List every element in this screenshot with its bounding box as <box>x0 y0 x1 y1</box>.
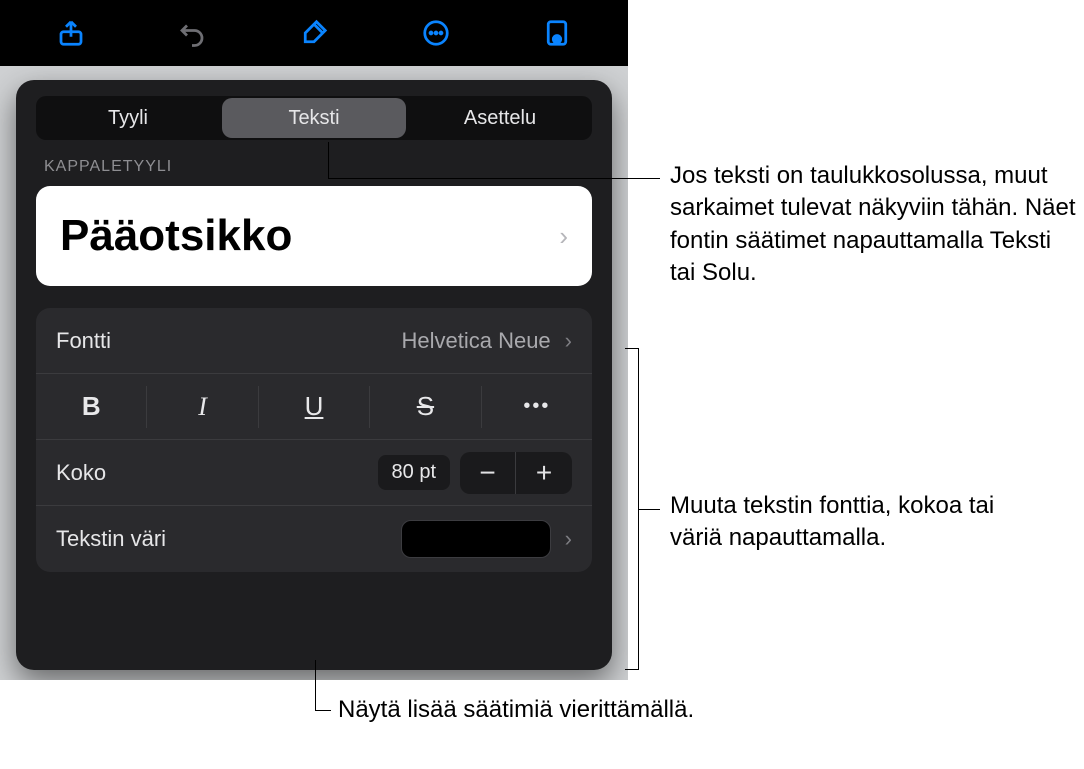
callout-leader <box>315 710 331 711</box>
chevron-right-icon: › <box>565 526 572 552</box>
callout-leader <box>315 660 316 710</box>
more-format-button[interactable]: ••• <box>482 386 592 428</box>
underline-button[interactable]: U <box>259 386 370 428</box>
font-row[interactable]: Fontti Helvetica Neue › <box>36 308 592 374</box>
text-color-row[interactable]: Tekstin väri › <box>36 506 592 572</box>
callout-leader <box>328 178 660 179</box>
paragraph-style-label: KAPPALETYYLI <box>44 158 584 176</box>
paragraph-style-picker[interactable]: Pääotsikko › <box>36 186 592 286</box>
callout-scroll: Näytä lisää säätimiä vierittämällä. <box>338 694 698 726</box>
chevron-right-icon: › <box>559 221 568 252</box>
tab-style[interactable]: Tyyli <box>36 96 220 140</box>
tab-text[interactable]: Teksti <box>222 98 406 138</box>
callout-bracket <box>625 348 639 670</box>
callout-tabs: Jos teksti on taulukkosolussa, muut sark… <box>670 160 1080 290</box>
size-row: Koko 80 pt − + <box>36 440 592 506</box>
format-buttons-row: B I U S ••• <box>36 374 592 440</box>
paragraph-style-name: Pääotsikko <box>60 211 292 261</box>
callout-font-block: Muuta tekstin fonttia, kokoa tai väriä n… <box>670 490 1050 555</box>
document-view-icon[interactable] <box>537 13 577 53</box>
size-decrease-button[interactable]: − <box>460 452 516 494</box>
size-increase-button[interactable]: + <box>516 452 572 494</box>
size-stepper: − + <box>460 452 572 494</box>
app-toolbar <box>0 0 628 66</box>
format-popover: Tyyli Teksti Asettelu KAPPALETYYLI Pääot… <box>16 80 612 670</box>
popover-tabs: Tyyli Teksti Asettelu <box>36 96 592 140</box>
italic-button[interactable]: I <box>147 386 258 428</box>
callout-leader <box>328 142 329 178</box>
text-color-swatch[interactable] <box>401 520 551 558</box>
text-color-label: Tekstin väri <box>56 526 166 552</box>
bold-button[interactable]: B <box>36 386 147 428</box>
font-label: Fontti <box>56 328 111 354</box>
more-icon[interactable] <box>416 13 456 53</box>
share-icon[interactable] <box>51 13 91 53</box>
callout-leader <box>639 509 660 510</box>
font-settings-group: Fontti Helvetica Neue › B I U S ••• Koko… <box>36 308 592 572</box>
tab-layout[interactable]: Asettelu <box>408 96 592 140</box>
size-value[interactable]: 80 pt <box>378 455 450 490</box>
font-value: Helvetica Neue <box>401 328 550 354</box>
size-label: Koko <box>56 460 106 486</box>
chevron-right-icon: › <box>565 328 572 354</box>
undo-icon[interactable] <box>172 13 212 53</box>
strikethrough-button[interactable]: S <box>370 386 481 428</box>
format-brush-icon[interactable] <box>294 13 334 53</box>
